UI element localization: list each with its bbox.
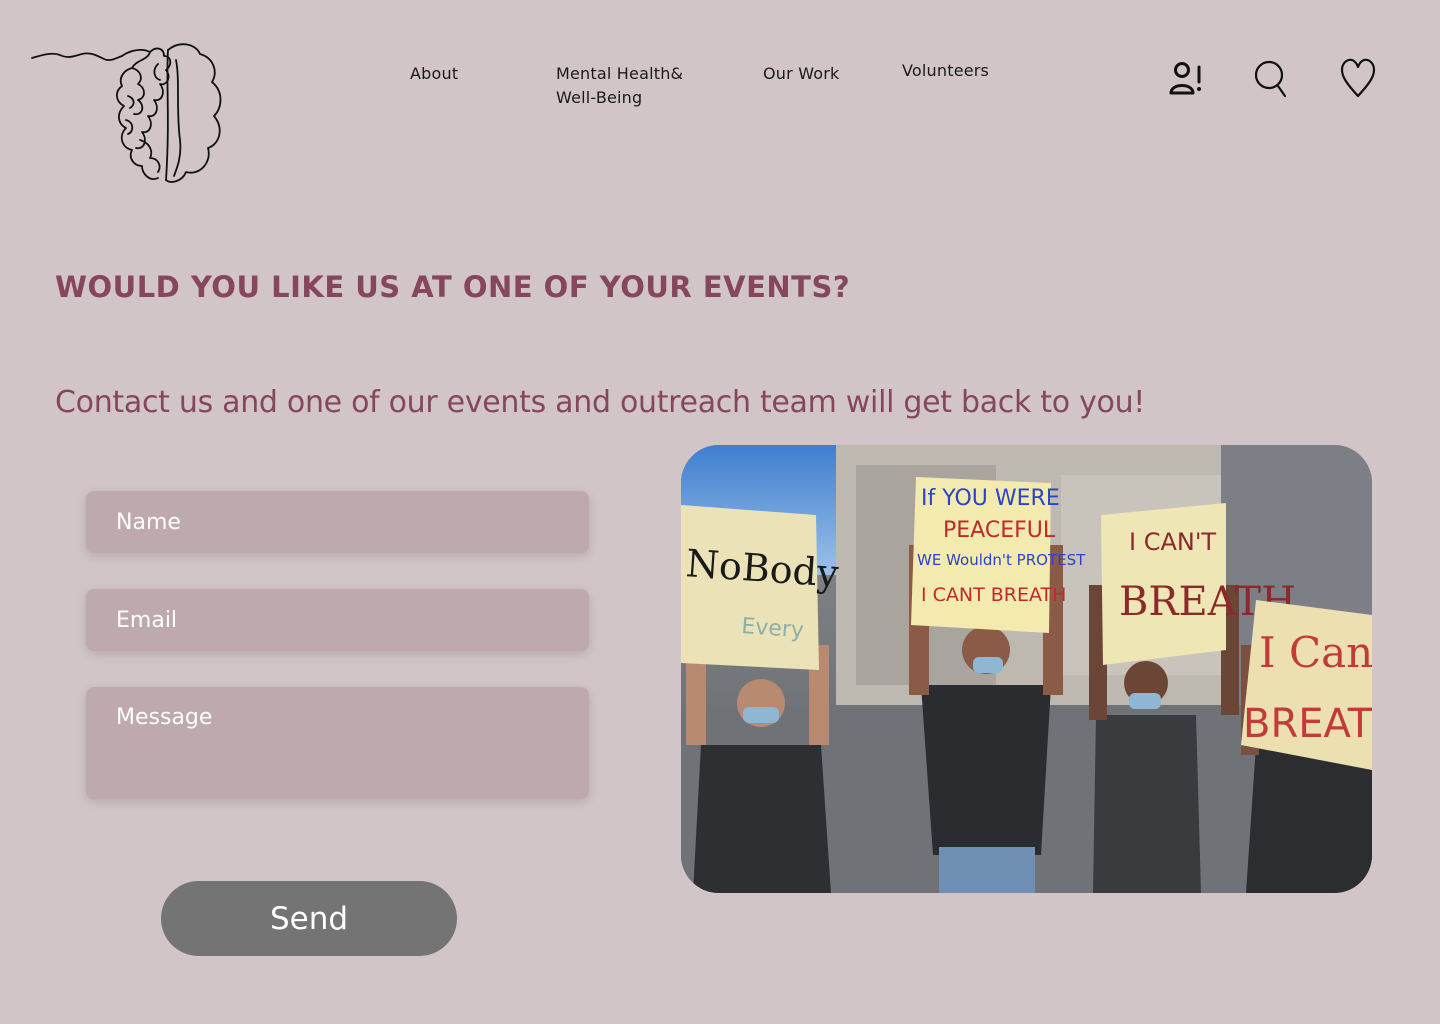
nav-volunteers[interactable]: Volunteers <box>902 59 989 83</box>
email-field[interactable] <box>86 589 589 651</box>
nav-about[interactable]: About <box>410 62 458 86</box>
brain-logo[interactable] <box>30 40 230 190</box>
search-icon[interactable] <box>1250 56 1290 100</box>
page-headline: WOULD YOU LIKE US AT ONE OF YOUR EVENTS? <box>55 270 851 304</box>
svg-text:PEACEFUL: PEACEFUL <box>943 518 1056 543</box>
name-field[interactable] <box>86 491 589 553</box>
svg-text:I Can't: I Can't <box>1259 628 1372 677</box>
svg-text:If YOU WERE: If YOU WERE <box>921 486 1060 511</box>
page-subheadline: Contact us and one of our events and out… <box>55 385 1146 420</box>
message-field[interactable] <box>86 687 589 799</box>
svg-text:I CAN'T: I CAN'T <box>1129 528 1216 556</box>
nav-mental-health[interactable]: Mental Health& Well-Being <box>556 62 706 110</box>
svg-text:Every: Every <box>741 614 805 643</box>
heart-icon[interactable] <box>1338 56 1378 100</box>
protest-photo: NoBody Every If YOU WERE PEACEFUL WE Wou… <box>681 445 1372 893</box>
nav-our-work[interactable]: Our Work <box>763 62 840 86</box>
svg-text:WE Wouldn't PROTEST: WE Wouldn't PROTEST <box>917 551 1086 569</box>
svg-text:BREATHE: BREATHE <box>1243 701 1372 747</box>
user-alert-icon[interactable] <box>1166 56 1206 100</box>
send-button[interactable]: Send <box>161 881 457 956</box>
svg-text:I CANT BREATH: I CANT BREATH <box>921 584 1066 606</box>
